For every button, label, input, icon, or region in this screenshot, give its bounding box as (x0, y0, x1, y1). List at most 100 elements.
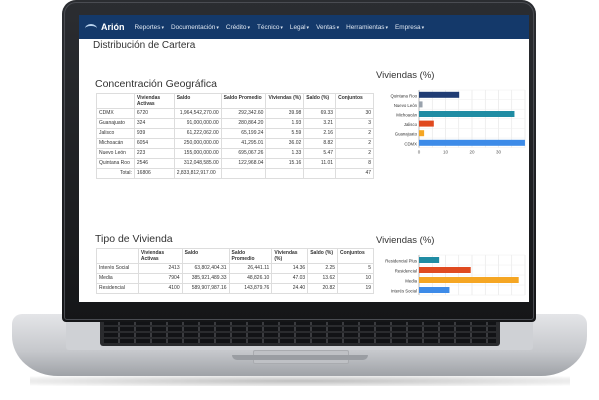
category-label: Residencial (395, 269, 417, 274)
cell-region: CDMX (96, 108, 135, 119)
cell: 2413 (137, 263, 183, 274)
laptop-lip (232, 355, 368, 360)
cell-total-label: Total: (96, 168, 135, 179)
cell: 65,199.24 (220, 128, 267, 139)
cell: 24.40 (271, 283, 309, 294)
cell: 385,921,489.33 (181, 273, 230, 284)
cell: 143,879.76 (228, 283, 273, 294)
column-header: Saldo (173, 93, 222, 109)
bar (419, 287, 450, 293)
cell: 2 (335, 148, 374, 159)
cell: 63,802,404.31 (181, 263, 230, 274)
nav-documentacion[interactable]: Documentación (171, 24, 219, 31)
cell: 2.25 (307, 263, 339, 274)
cell: 19 (337, 283, 374, 294)
cell: 8 (335, 158, 374, 169)
cell: 5 (337, 263, 374, 274)
bar (419, 139, 525, 146)
cell: 324 (133, 118, 175, 129)
cell: 292,342.60 (220, 108, 267, 119)
cell: 3.21 (303, 118, 337, 129)
cell-region: Quintana Roo (96, 158, 135, 169)
cell: 8.82 (303, 138, 337, 149)
table-row: Interés Social 2413 63,802,404.31 26,441… (96, 263, 374, 274)
cell: 16806 (133, 168, 175, 179)
cell (303, 168, 337, 179)
table-row: Quintana Roo 2546 312,048,585.00 122,968… (96, 158, 374, 169)
nav-ventas[interactable]: Ventas (316, 24, 339, 31)
tipo-bar-chart: Residencial Plus Residencial Media Interés … (385, 254, 526, 296)
column-header (96, 93, 135, 109)
bar (419, 267, 471, 273)
cell-type: Residencial (96, 283, 139, 294)
cell: 1,964,542,270.00 (173, 108, 222, 119)
nav-reportes[interactable]: Reportes (135, 24, 164, 31)
cell: 589,907,987.16 (181, 283, 230, 294)
cell: 39.98 (265, 108, 305, 119)
tick-label: 0 (418, 150, 421, 155)
cell: 5.47 (303, 148, 337, 159)
keyboard-row (104, 327, 496, 331)
cell: 1.33 (265, 148, 305, 159)
cell: 1.93 (265, 118, 305, 129)
brand[interactable]: Arión (85, 22, 125, 32)
cell: 280,864.20 (220, 118, 267, 129)
cell: 91,000,000.00 (173, 118, 222, 129)
table-total-row: Total: 16806 2,833,812,917.00 47 (96, 168, 374, 179)
page-title: Distribución de Cartera (93, 40, 196, 51)
tick-label: 20 (469, 150, 475, 155)
cell: 15.16 (265, 158, 305, 169)
column-header: Viviendas (%) (271, 248, 309, 264)
category-label: Quintana Roo (390, 93, 417, 98)
bar (419, 130, 425, 137)
cell: 2.16 (303, 128, 337, 139)
cell: 2,833,812,917.00 (173, 168, 222, 179)
column-header: Saldo Promedio (228, 248, 273, 264)
cell: 2 (335, 128, 374, 139)
table-row: Media 7904 385,921,489.33 48,826.10 47.0… (96, 273, 374, 284)
cell-region: Guanajuato (96, 118, 135, 129)
cell-region: Michoacán (96, 138, 135, 149)
table-row: Nuevo León 223 155,000,000.00 695,067.26… (96, 148, 374, 159)
laptop-shadow (30, 376, 570, 386)
cell: 7904 (137, 273, 183, 284)
bar (419, 277, 519, 283)
cell: 14.36 (271, 263, 309, 274)
cell: 61,222,062.00 (173, 128, 222, 139)
nav-legal[interactable]: Legal (290, 24, 309, 31)
column-header: Viviendas Activas (137, 248, 183, 264)
cell: 69.33 (303, 108, 337, 119)
cell: 30 (335, 108, 374, 119)
nav-credito[interactable]: Crédito (226, 24, 250, 31)
cell: 6720 (133, 108, 175, 119)
category-label: Jalisco (404, 122, 418, 127)
cell: 2546 (133, 158, 175, 169)
table-header-row: Viviendas Activas Saldo Saldo Promedio V… (96, 93, 374, 109)
table-row: Jalisco 939 61,222,062.00 65,199.24 5.59… (96, 128, 374, 139)
cell: 3 (335, 118, 374, 129)
bar (419, 120, 434, 127)
cell: 695,067.26 (220, 148, 267, 159)
geo-bar-chart: Quintana Roo Nuevo León Michoacán Jalisco Gu… (390, 89, 526, 155)
nav-tecnico[interactable]: Técnico (257, 24, 283, 31)
cell (220, 168, 267, 179)
geo-table: Viviendas Activas Saldo Saldo Promedio V… (96, 93, 374, 179)
column-header (96, 248, 139, 264)
category-label: CDMX (404, 141, 417, 146)
bar (419, 257, 440, 263)
cell: 48,826.10 (228, 273, 273, 284)
nav-herramientas[interactable]: Herramientas (346, 24, 388, 31)
column-header: Saldo (%) (303, 93, 337, 109)
tick-label: 10 (443, 150, 449, 155)
cell-region: Nuevo León (96, 148, 135, 159)
nav-empresa[interactable]: Empresa (395, 24, 424, 31)
cell: 5.59 (265, 128, 305, 139)
column-header: Saldo (181, 248, 230, 264)
column-header: Viviendas (%) (265, 93, 305, 109)
table-row: Michoacán 6054 250,000,000.00 41,295.01 … (96, 138, 374, 149)
arion-logo-icon (85, 22, 99, 32)
table-header-row: Viviendas Activas Saldo Saldo Promedio V… (96, 248, 374, 264)
cell: 939 (133, 128, 175, 139)
column-header: Viviendas Activas (133, 93, 175, 109)
app-screen: Arión Reportes Documentación Crédito Téc… (79, 15, 529, 302)
